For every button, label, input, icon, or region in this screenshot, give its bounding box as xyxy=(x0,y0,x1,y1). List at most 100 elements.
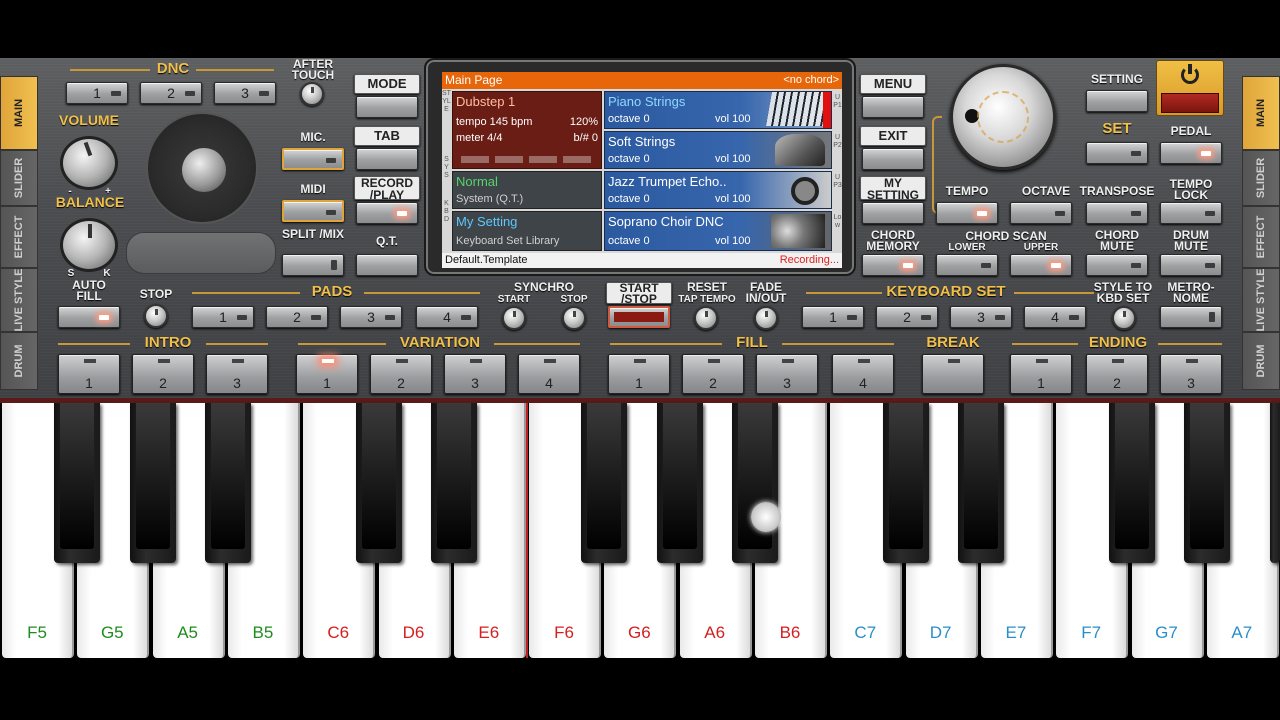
side-tab-effect-left[interactable]: EFFECT xyxy=(0,206,38,268)
setting-button[interactable] xyxy=(1086,90,1148,112)
side-tab-slider-left[interactable]: SLIDER xyxy=(0,150,38,206)
synchro-start-button[interactable] xyxy=(502,306,526,330)
intro-button-3[interactable]: 3 xyxy=(206,354,268,394)
side-tab-main-left[interactable]: MAIN xyxy=(0,76,38,150)
variation-button-1[interactable]: 1 xyxy=(296,354,358,394)
power-button[interactable] xyxy=(1156,60,1224,116)
black-key[interactable] xyxy=(581,403,628,563)
dnc-button-1[interactable]: 1 xyxy=(66,82,128,104)
side-tab-live-style-right[interactable]: LIVE STYLE xyxy=(1242,268,1280,332)
fill-button-2[interactable]: 2 xyxy=(682,354,744,394)
my-setting-button[interactable] xyxy=(862,202,924,224)
dnc-button-2[interactable]: 2 xyxy=(140,82,202,104)
set-button[interactable] xyxy=(1086,142,1148,164)
key-note-label: G6 xyxy=(628,623,651,642)
black-key[interactable] xyxy=(430,403,477,563)
keyboard-set-button-3[interactable]: 3 xyxy=(950,306,1012,328)
balance-knob[interactable] xyxy=(60,218,118,272)
chord-scan-upper-button[interactable] xyxy=(1010,254,1072,276)
variation-line-right xyxy=(494,343,580,345)
black-key[interactable] xyxy=(129,403,176,563)
black-key[interactable] xyxy=(1108,403,1155,563)
start-stop-button[interactable] xyxy=(608,306,670,328)
fill-button-3[interactable]: 3 xyxy=(756,354,818,394)
menu-button[interactable] xyxy=(862,96,924,118)
lcd-part-up1[interactable]: Piano Strings octave 0 vol 100 xyxy=(604,91,832,129)
record-play-button[interactable] xyxy=(356,202,418,224)
black-key[interactable] xyxy=(355,403,402,563)
after-touch-knob[interactable] xyxy=(300,82,324,106)
ending-button-2[interactable]: 2 xyxy=(1086,354,1148,394)
mode-button[interactable] xyxy=(356,96,418,118)
lcd-part-lower[interactable]: Soprano Choir DNC octave 0 vol 100 xyxy=(604,211,832,251)
ending-button-3[interactable]: 3 xyxy=(1160,354,1222,394)
pedal-button[interactable] xyxy=(1160,142,1222,164)
data-dial[interactable] xyxy=(950,64,1056,170)
lcd-part-up2[interactable]: Soft Strings octave 0 vol 100 xyxy=(604,131,832,169)
keyboard-set-button-1[interactable]: 1 xyxy=(802,306,864,328)
drum-mute-button[interactable] xyxy=(1160,254,1222,276)
lcd-system-cell[interactable]: Normal System (Q.T.) xyxy=(452,171,602,209)
synchro-stop-button[interactable] xyxy=(562,306,586,330)
black-key[interactable] xyxy=(1270,403,1280,563)
ending-button-1[interactable]: 1 xyxy=(1010,354,1072,394)
variation-button-3[interactable]: 3 xyxy=(444,354,506,394)
tab-button[interactable] xyxy=(356,148,418,170)
tempo-button[interactable] xyxy=(936,202,998,224)
reset-tap-tempo-button[interactable] xyxy=(694,306,718,330)
break-button[interactable] xyxy=(922,354,984,394)
side-tab-live-style-left[interactable]: LIVE STYLE xyxy=(0,268,38,332)
side-tab-main-right[interactable]: MAIN xyxy=(1242,76,1280,150)
joystick-handle[interactable] xyxy=(182,148,226,192)
chord-scan-lower-button[interactable] xyxy=(936,254,998,276)
pad-button-1[interactable]: 1 xyxy=(192,306,254,328)
side-tab-drum-left[interactable]: DRUM xyxy=(0,332,38,390)
style-to-kbd-set-button[interactable] xyxy=(1112,306,1136,330)
variation-button-2[interactable]: 2 xyxy=(370,354,432,394)
fill-button-1[interactable]: 1 xyxy=(608,354,670,394)
fade-in-out-button[interactable] xyxy=(754,306,778,330)
midi-button[interactable] xyxy=(282,200,344,222)
lcd-part-up3[interactable]: Jazz Trumpet Echo.. octave 0 vol 100 xyxy=(604,171,832,209)
intro-button-2[interactable]: 2 xyxy=(132,354,194,394)
lcd-style-cell[interactable]: Dubstep 1 tempo 145 bpm 120% meter 4/4 b… xyxy=(452,91,602,169)
tempo-lock-button[interactable] xyxy=(1160,202,1222,224)
variation-button-4[interactable]: 4 xyxy=(518,354,580,394)
side-tab-slider-right[interactable]: SLIDER xyxy=(1242,150,1280,206)
keyboard-set-button-2[interactable]: 2 xyxy=(876,306,938,328)
pad-button-2[interactable]: 2 xyxy=(266,306,328,328)
black-key[interactable] xyxy=(957,403,1004,563)
black-key[interactable] xyxy=(1183,403,1230,563)
pad-button-3[interactable]: 3 xyxy=(340,306,402,328)
black-key[interactable] xyxy=(732,403,778,563)
volume-knob[interactable] xyxy=(60,136,118,190)
chord-mute-button[interactable] xyxy=(1086,254,1148,276)
black-key[interactable] xyxy=(656,403,703,563)
exit-button[interactable] xyxy=(862,148,924,170)
side-tab-effect-right[interactable]: EFFECT xyxy=(1242,206,1280,268)
dnc-button-3[interactable]: 3 xyxy=(214,82,276,104)
button-label: 3 xyxy=(783,375,791,391)
qt-button[interactable] xyxy=(356,254,418,276)
black-key[interactable] xyxy=(204,403,251,563)
intro-button-1[interactable]: 1 xyxy=(58,354,120,394)
side-tab-drum-right[interactable]: DRUM xyxy=(1242,332,1280,390)
lcd-keyboard-set-cell[interactable]: My Setting Keyboard Set Library xyxy=(452,211,602,251)
chord-memory-button[interactable] xyxy=(862,254,924,276)
black-key[interactable] xyxy=(54,403,101,563)
octave-button[interactable] xyxy=(1010,202,1072,224)
button-label: 2 xyxy=(293,309,301,325)
auto-fill-button[interactable] xyxy=(58,306,120,328)
split-mix-button[interactable] xyxy=(282,254,344,276)
mic-button[interactable] xyxy=(282,148,344,170)
keyboard-set-button-4[interactable]: 4 xyxy=(1024,306,1086,328)
touch-pad[interactable] xyxy=(126,232,276,274)
pads-stop-button[interactable] xyxy=(144,304,168,328)
pad-button-4[interactable]: 4 xyxy=(416,306,478,328)
transpose-button[interactable] xyxy=(1086,202,1148,224)
fill-button-4[interactable]: 4 xyxy=(832,354,894,394)
metronome-button[interactable] xyxy=(1160,306,1222,328)
joystick[interactable] xyxy=(146,112,258,224)
black-key[interactable] xyxy=(882,403,929,563)
system-qt-label: System (Q.T.) xyxy=(456,193,524,205)
